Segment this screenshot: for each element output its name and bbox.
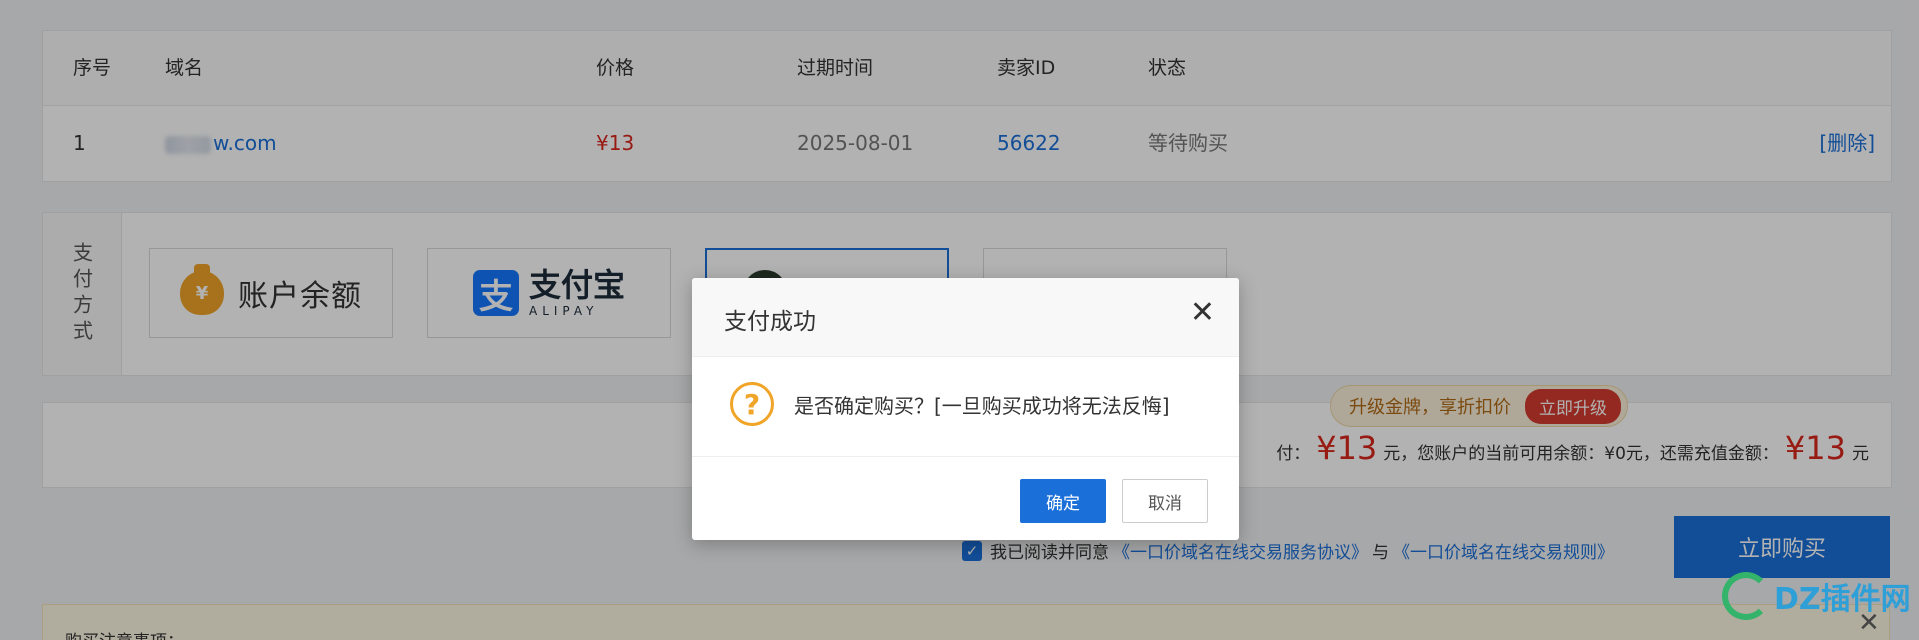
page: 序号 域名 价格 过期时间 卖家ID 状态 1 w.com ¥13 2025-0…: [0, 0, 1919, 640]
dialog-message: 是否确定购买？[一旦购买成功将无法反悔]: [794, 393, 1170, 418]
dialog-footer: 确定 取消: [692, 456, 1239, 541]
confirm-dialog: 支付成功 ✕ ? 是否确定购买？[一旦购买成功将无法反悔] 确定 取消: [692, 278, 1239, 540]
dialog-header: 支付成功 ✕: [692, 278, 1239, 357]
dialog-body: ? 是否确定购买？[一旦购买成功将无法反悔]: [730, 382, 1170, 426]
dialog-title: 支付成功: [724, 309, 816, 335]
cancel-button[interactable]: 取消: [1122, 479, 1208, 523]
watermark-close-icon[interactable]: ✕: [1858, 608, 1880, 638]
watermark-ring-icon: [1722, 572, 1770, 620]
confirm-button[interactable]: 确定: [1020, 479, 1106, 523]
watermark-logo: DZ插件网: [1722, 572, 1911, 620]
question-icon: ?: [730, 382, 774, 426]
close-icon[interactable]: ✕: [1190, 298, 1215, 328]
watermark-text: DZ插件网: [1774, 582, 1911, 617]
